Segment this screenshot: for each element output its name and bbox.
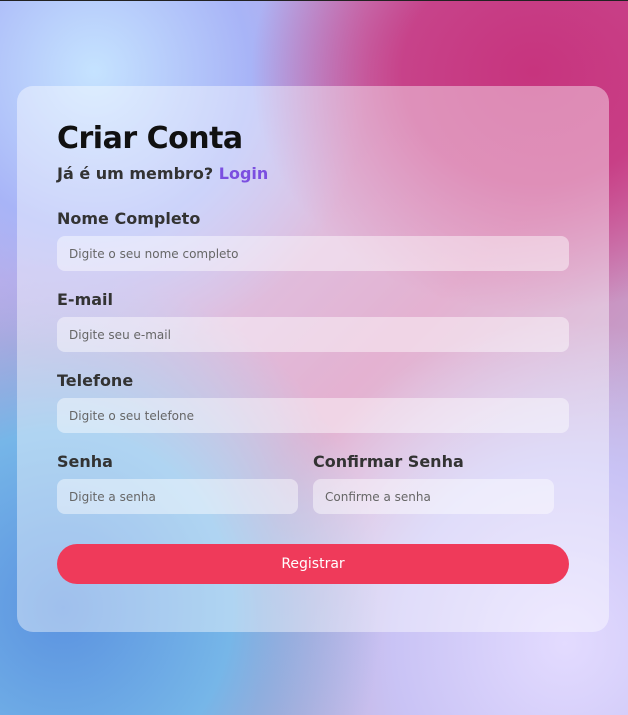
phone-label: Telefone — [57, 371, 134, 390]
password-row: Senha Confirmar Senha — [57, 451, 569, 514]
confirm-password-input[interactable] — [313, 479, 554, 514]
page-title: Criar Conta — [57, 121, 243, 156]
phone-input[interactable] — [57, 398, 569, 433]
confirm-password-label: Confirmar Senha — [313, 452, 464, 471]
confirm-password-group: Confirmar Senha — [313, 451, 554, 514]
full-name-input[interactable] — [57, 236, 569, 271]
password-group: Senha — [57, 451, 298, 514]
password-label: Senha — [57, 452, 113, 471]
email-label: E-mail — [57, 290, 114, 309]
member-prompt-text: Já é um membro? — [57, 164, 214, 183]
login-link[interactable]: Login — [219, 164, 269, 183]
signup-card: Criar Conta Já é um membro? Login Nome C… — [17, 86, 609, 632]
register-button[interactable]: Registrar — [57, 544, 569, 584]
email-group: E-mail — [57, 289, 569, 352]
full-name-group: Nome Completo — [57, 208, 569, 271]
member-prompt: Já é um membro? Login — [57, 163, 569, 185]
password-input[interactable] — [57, 479, 298, 514]
email-input[interactable] — [57, 317, 569, 352]
full-name-label: Nome Completo — [57, 209, 201, 228]
window-top-border — [0, 0, 628, 1]
phone-group: Telefone — [57, 370, 569, 433]
